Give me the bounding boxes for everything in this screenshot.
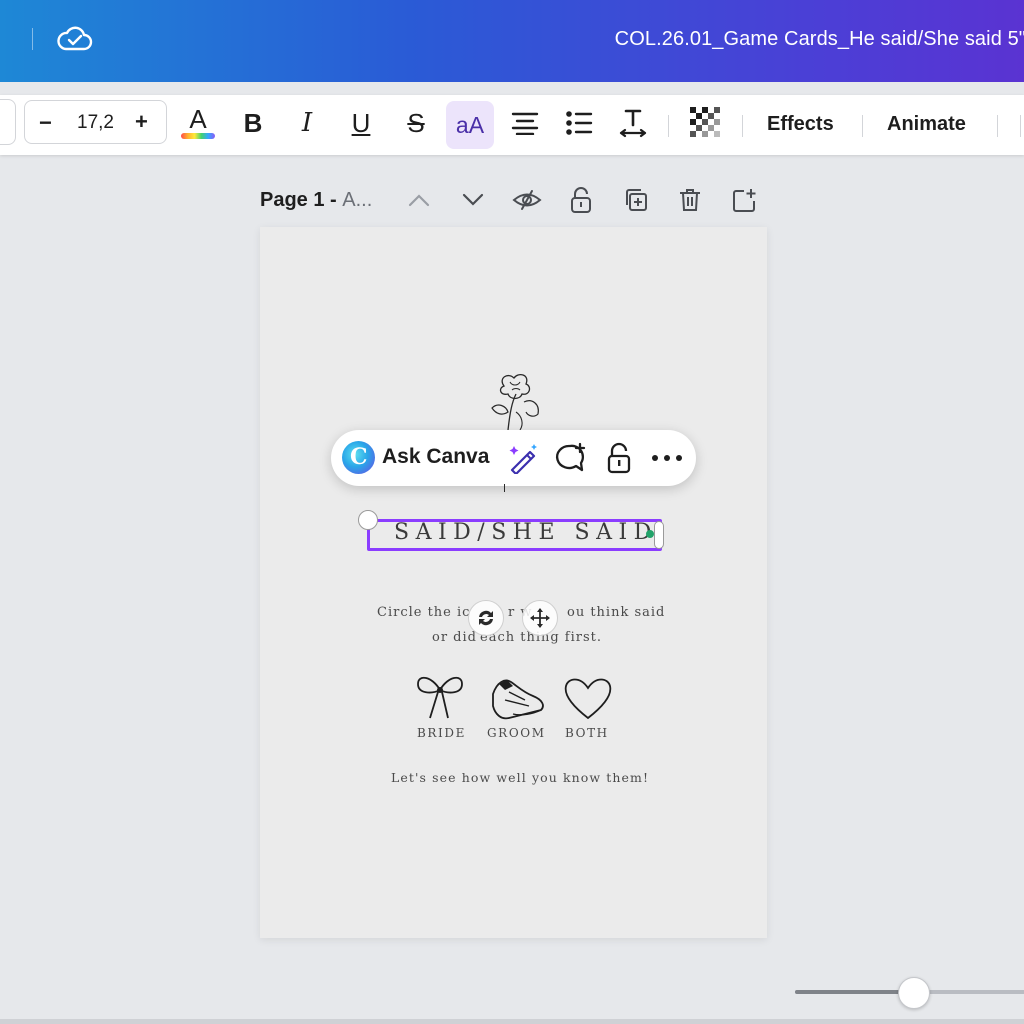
align-center-icon (511, 112, 539, 135)
magic-write-button[interactable] (505, 440, 541, 476)
hide-page-button[interactable] (512, 184, 542, 216)
trash-icon (680, 189, 700, 211)
italic-icon: I (301, 108, 313, 138)
ask-canva-bar: C Ask Canva (331, 430, 696, 486)
move-button[interactable] (522, 600, 558, 636)
font-size-input[interactable]: 17,2 (77, 112, 114, 134)
toolbar-divider (742, 115, 743, 137)
option-bride-label: BRIDE (417, 726, 466, 740)
spacing-button[interactable] (613, 103, 653, 143)
add-page-button[interactable] (729, 184, 759, 216)
text-toolbar: − 17,2 + A B I U S aA Effects Animate (0, 95, 1024, 155)
underline-icon: U (351, 107, 371, 138)
chevron-down-icon (462, 193, 484, 206)
duplicate-page-button[interactable] (621, 184, 651, 216)
canva-logo-letter: C (350, 444, 368, 470)
resize-handle-right[interactable] (654, 521, 664, 549)
text-color-glyph: A (189, 103, 207, 134)
toolbar-divider (997, 115, 998, 137)
zoom-slider-knob[interactable] (898, 977, 930, 1009)
text-color-button[interactable]: A (178, 103, 218, 143)
top-header: COL.26.01_Game Cards_He said/She said 5" (0, 0, 1024, 82)
font-size-decrease-button[interactable]: − (39, 110, 52, 136)
comment-add-icon (556, 442, 586, 472)
add-page-icon (733, 189, 756, 212)
strikethrough-button[interactable]: S (396, 103, 436, 143)
document-title[interactable]: COL.26.01_Game Cards_He said/She said 5" (615, 28, 1024, 51)
canva-assistant-logo-icon[interactable]: C (342, 441, 375, 474)
transparency-button[interactable] (686, 103, 726, 143)
font-size-stepper: − 17,2 + (24, 100, 167, 144)
card-footer-text: Let's see how well you know them! (391, 770, 650, 785)
instructions-line-1c: ou think said (567, 605, 666, 620)
instructions-line-1a: Circle the ic (377, 605, 471, 620)
chevron-up-icon (408, 194, 430, 207)
duplicate-icon (626, 189, 647, 211)
letter-case-button[interactable]: aA (446, 101, 494, 149)
text-color-swatch (181, 133, 215, 139)
rotate-button[interactable] (468, 600, 504, 636)
rotate-icon (479, 610, 493, 626)
eye-hidden-icon (512, 190, 542, 210)
animate-button[interactable]: Animate (887, 113, 966, 136)
italic-button[interactable]: I (287, 103, 327, 143)
effects-button[interactable]: Effects (767, 113, 834, 136)
shoe-icon[interactable] (489, 674, 549, 722)
letter-spacing-icon (619, 109, 647, 138)
selection-handle-topleft[interactable] (358, 510, 378, 530)
move-icon (530, 608, 550, 628)
flower-stem (504, 484, 505, 492)
text-cursor-dot (646, 530, 654, 538)
page-down-button[interactable] (458, 184, 488, 216)
more-options-button[interactable] (649, 440, 685, 476)
toolbar-overflow-edge (1020, 115, 1021, 137)
header-divider (32, 28, 33, 50)
unlock-icon (607, 442, 631, 474)
magic-pen-icon (509, 444, 537, 474)
zoom-slider-fill (795, 990, 913, 994)
underline-button[interactable]: U (341, 103, 381, 143)
bold-button[interactable]: B (233, 103, 273, 143)
strikethrough-icon: S (407, 107, 425, 138)
letter-case-icon: aA (455, 111, 485, 138)
option-groom-label: GROOM (487, 726, 546, 740)
flower-illustration[interactable] (482, 372, 548, 434)
page-title[interactable]: Page 1 - A... (260, 189, 372, 212)
align-center-button[interactable] (505, 103, 545, 143)
page-number-label: Page 1 - (260, 189, 343, 211)
cloud-check-icon[interactable] (56, 22, 94, 56)
font-size-increase-button[interactable]: + (135, 109, 148, 135)
instructions-line-2a: or did (432, 630, 477, 645)
heart-icon[interactable] (562, 674, 614, 720)
bullet-list-icon (566, 111, 593, 135)
design-page[interactable] (260, 227, 767, 938)
add-comment-button[interactable] (553, 440, 589, 476)
option-both-label: BOTH (565, 726, 609, 740)
page-name-label: A... (342, 189, 373, 211)
bow-icon[interactable] (414, 672, 466, 720)
toolbar-divider (668, 115, 669, 137)
selection-box[interactable] (367, 519, 662, 551)
unlock-icon (571, 187, 591, 213)
delete-page-button[interactable] (675, 184, 705, 216)
lock-element-button[interactable] (601, 440, 637, 476)
ask-canva-button[interactable]: Ask Canva (382, 445, 489, 469)
page-up-button[interactable] (404, 184, 434, 216)
lock-page-button[interactable] (566, 184, 596, 216)
more-horizontal-icon (652, 455, 682, 461)
toolbar-divider (862, 115, 863, 137)
list-button[interactable] (559, 103, 599, 143)
transparency-icon (690, 107, 720, 137)
font-family-dropdown[interactable] (0, 99, 16, 145)
bottom-scrollbar[interactable] (0, 1019, 1024, 1024)
bold-icon: B (243, 107, 263, 138)
